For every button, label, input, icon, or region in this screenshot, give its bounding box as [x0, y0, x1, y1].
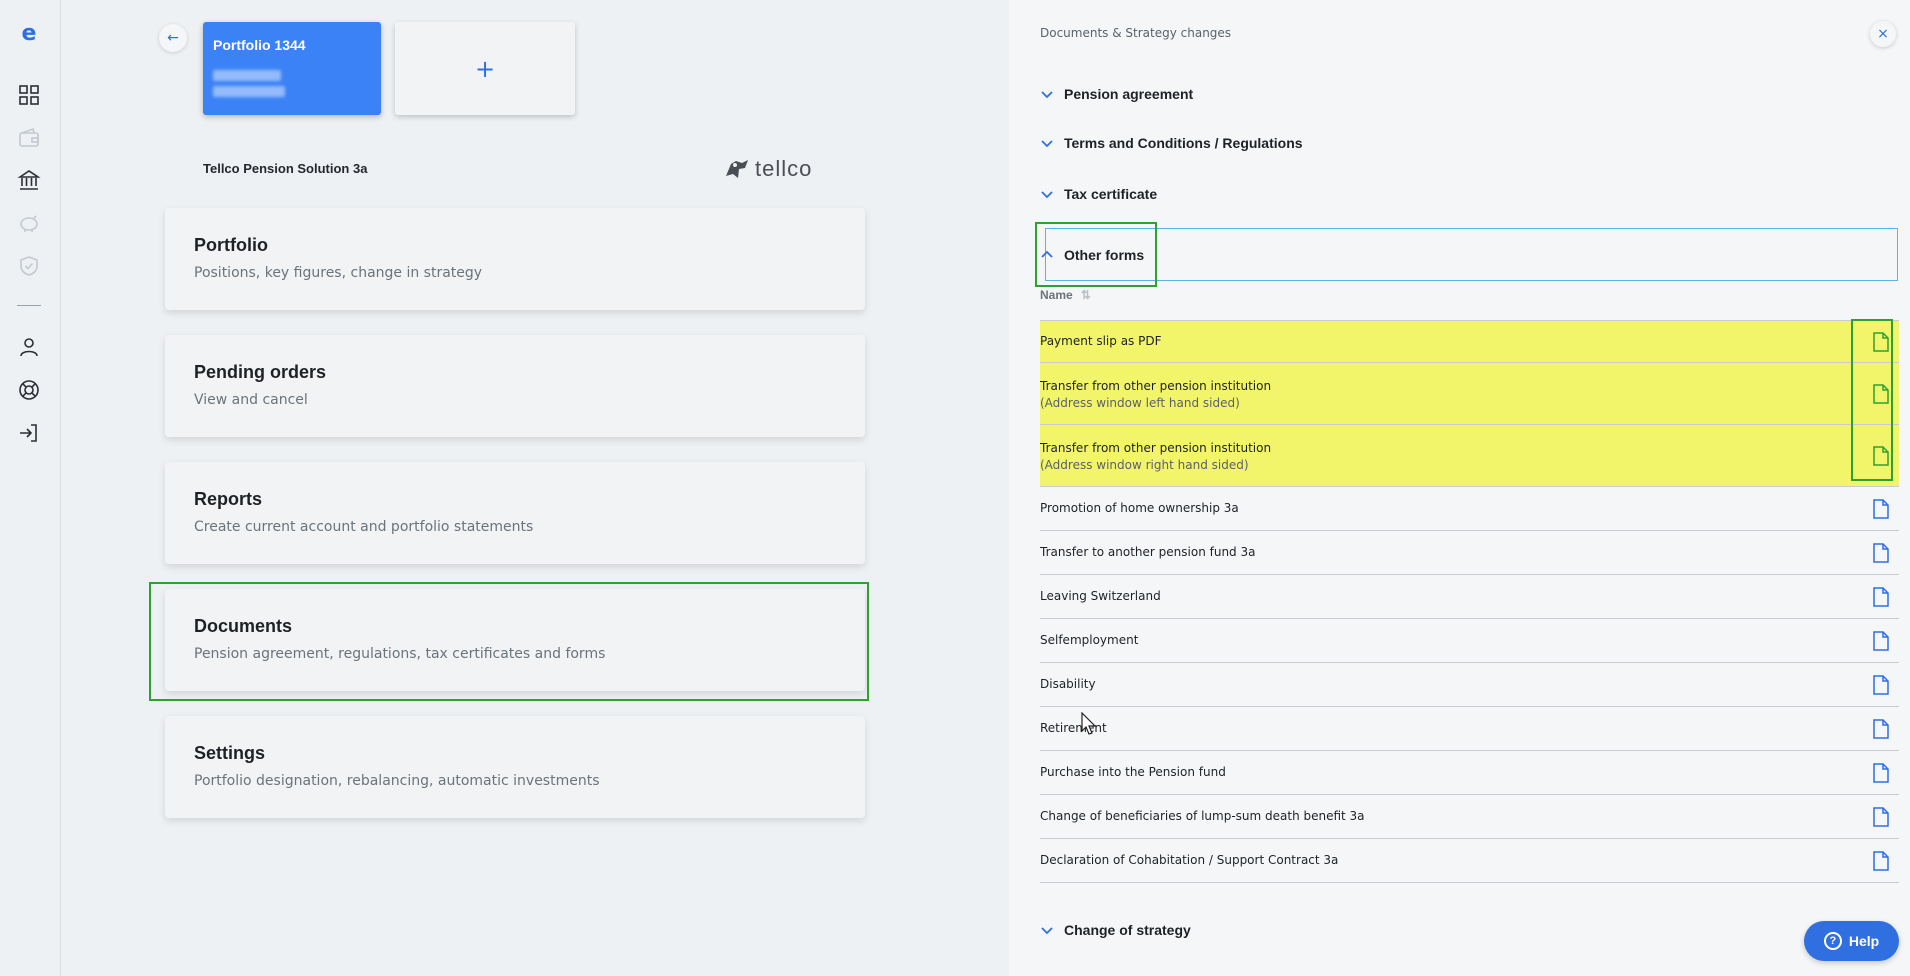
column-header-name[interactable]: Name ⇅	[1040, 288, 1091, 302]
document-icon[interactable]	[1872, 675, 1890, 695]
bank-icon[interactable]	[17, 168, 41, 192]
document-icon[interactable]	[1872, 587, 1890, 607]
document-icon[interactable]	[1872, 807, 1890, 827]
plus-icon: +	[474, 54, 496, 83]
menu-card-subtitle: Portfolio designation, rebalancing, auto…	[194, 773, 600, 789]
brand-logo: tellco	[723, 156, 812, 182]
section-other-forms-outline	[1045, 228, 1898, 281]
document-icon[interactable]	[1872, 851, 1890, 871]
sort-icon[interactable]: ⇅	[1081, 288, 1091, 302]
panel-title: Documents & Strategy changes	[1040, 26, 1232, 40]
form-name: Selfemployment	[1040, 633, 1139, 647]
list-item[interactable]: Payment slip as PDF	[1040, 320, 1899, 362]
help-button[interactable]: ? Help	[1804, 921, 1899, 961]
product-name: Tellco Pension Solution 3a	[203, 161, 368, 176]
list-item[interactable]: Disability	[1040, 662, 1899, 706]
list-item[interactable]: Transfer from other pension institution (…	[1040, 362, 1899, 424]
list-item[interactable]: Leaving Switzerland	[1040, 574, 1899, 618]
form-name: Declaration of Cohabitation / Support Co…	[1040, 853, 1339, 867]
section-terms-and-conditions[interactable]: Terms and Conditions / Regulations	[1040, 131, 1303, 155]
form-name: Change of beneficiaries of lump-sum deat…	[1040, 809, 1365, 823]
list-item[interactable]: Retirement	[1040, 706, 1899, 750]
menu-card-title: Pending orders	[194, 362, 327, 382]
sidebar-divider	[17, 305, 41, 306]
menu-card-subtitle: Create current account and portfolio sta…	[194, 519, 534, 535]
close-icon: ×	[1877, 26, 1889, 42]
tellco-logo-icon	[726, 160, 748, 178]
mouse-cursor-icon	[1081, 712, 1097, 735]
list-item[interactable]: Declaration of Cohabitation / Support Co…	[1040, 838, 1899, 882]
section-label: Pension agreement	[1064, 86, 1194, 102]
list-divider	[1040, 882, 1899, 883]
menu-card-settings[interactable]: Settings Portfolio designation, rebalanc…	[165, 716, 865, 818]
user-icon[interactable]	[17, 335, 41, 359]
question-icon: ?	[1823, 932, 1842, 950]
help-label: Help	[1848, 933, 1880, 949]
back-button[interactable]: ←	[159, 24, 187, 52]
form-name: Purchase into the Pension fund	[1040, 765, 1226, 779]
menu-card-subtitle: View and cancel	[194, 392, 308, 408]
dashboard-icon[interactable]	[17, 83, 41, 107]
document-icon[interactable]	[1872, 499, 1890, 519]
blurred-text	[213, 70, 281, 81]
arrow-left-icon: ←	[167, 30, 179, 46]
form-name: Leaving Switzerland	[1040, 589, 1161, 603]
menu-card-portfolio[interactable]: Portfolio Positions, key figures, change…	[165, 208, 865, 310]
app-logo[interactable]: e	[18, 22, 40, 46]
document-icon[interactable]	[1872, 543, 1890, 563]
main-area: ← Portfolio 1344 + Tellco Pension Soluti…	[61, 0, 1009, 976]
form-name: Transfer from other pension institution	[1040, 441, 1272, 455]
form-name-detail: (Address window left hand sided)	[1040, 396, 1240, 410]
brand-name: tellco	[755, 156, 813, 181]
section-label: Tax certificate	[1064, 186, 1158, 202]
document-icon[interactable]	[1872, 763, 1890, 783]
menu-card-title: Settings	[194, 743, 266, 763]
documents-panel: Documents & Strategy changes × Pension a…	[1009, 0, 1910, 976]
form-name: Payment slip as PDF	[1040, 334, 1162, 348]
form-name: Transfer from other pension institution	[1040, 379, 1272, 393]
section-tax-certificate[interactable]: Tax certificate	[1040, 182, 1157, 206]
list-item[interactable]: Selfemployment	[1040, 618, 1899, 662]
close-button[interactable]: ×	[1870, 21, 1896, 47]
section-label: Terms and Conditions / Regulations	[1064, 135, 1303, 151]
logout-icon[interactable]	[17, 421, 41, 445]
document-icon[interactable]	[1872, 631, 1890, 651]
section-pension-agreement[interactable]: Pension agreement	[1040, 82, 1193, 106]
list-item[interactable]: Change of beneficiaries of lump-sum deat…	[1040, 794, 1899, 838]
menu-card-title: Portfolio	[194, 235, 268, 255]
menu-card-subtitle: Positions, key figures, change in strate…	[194, 265, 483, 281]
portfolio-card[interactable]: Portfolio 1344	[203, 22, 381, 115]
piggybank-icon[interactable]	[17, 211, 41, 235]
highlight-box-other-forms	[1035, 222, 1157, 287]
chevron-down-icon	[1041, 91, 1053, 99]
chevron-down-icon	[1041, 191, 1053, 199]
portfolio-card-title: Portfolio 1344	[213, 37, 306, 53]
sidebar: e	[0, 0, 61, 976]
list-item[interactable]: Transfer to another pension fund 3a	[1040, 530, 1899, 574]
list-item[interactable]: Promotion of home ownership 3a	[1040, 486, 1899, 530]
document-icon[interactable]	[1872, 719, 1890, 739]
form-name: Transfer to another pension fund 3a	[1040, 545, 1256, 559]
list-item[interactable]: Transfer from other pension institution (…	[1040, 424, 1899, 486]
list-item[interactable]: Purchase into the Pension fund	[1040, 750, 1899, 794]
menu-card-reports[interactable]: Reports Create current account and portf…	[165, 462, 865, 564]
wallet-icon[interactable]	[17, 126, 41, 150]
form-name: Promotion of home ownership 3a	[1040, 501, 1239, 515]
forms-list: Payment slip as PDF Transfer from other p…	[1040, 320, 1899, 882]
add-portfolio-button[interactable]: +	[395, 22, 575, 115]
section-change-of-strategy[interactable]: Change of strategy	[1040, 918, 1191, 942]
chevron-down-icon	[1041, 140, 1053, 148]
form-name-detail: (Address window right hand sided)	[1040, 458, 1249, 472]
highlight-box-doc-icons	[1851, 319, 1893, 481]
highlight-box-documents	[149, 582, 869, 701]
blurred-text	[213, 86, 285, 97]
column-header-label: Name	[1040, 288, 1073, 302]
lifebuoy-icon[interactable]	[17, 378, 41, 402]
section-label: Change of strategy	[1064, 922, 1191, 938]
shield-icon[interactable]	[17, 254, 41, 278]
menu-card-pending-orders[interactable]: Pending orders View and cancel	[165, 335, 865, 437]
menu-card-title: Reports	[194, 489, 263, 509]
form-name: Disability	[1040, 677, 1096, 691]
chevron-down-icon	[1041, 927, 1053, 935]
